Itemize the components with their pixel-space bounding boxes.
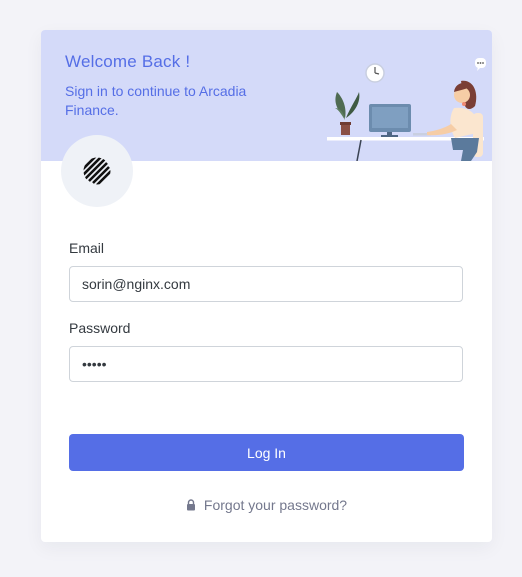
striped-circle-logo-icon	[83, 157, 111, 185]
password-field[interactable]	[69, 346, 463, 382]
logo-avatar	[61, 135, 133, 207]
login-card: Welcome Back ! Sign in to continue to Ar…	[41, 30, 492, 542]
login-button[interactable]: Log In	[69, 434, 464, 471]
email-field[interactable]	[69, 266, 463, 302]
woman-at-desk-illustration	[327, 58, 486, 161]
welcome-subtitle: Sign in to continue to Arcadia Finance.	[65, 83, 247, 118]
welcome-title: Welcome Back !	[65, 52, 191, 71]
forgot-password-link[interactable]: Forgot your password?	[41, 497, 492, 513]
email-label: Email	[69, 240, 105, 256]
lock-icon	[186, 499, 195, 511]
forgot-password-label: Forgot your password?	[203, 497, 348, 513]
password-label: Password	[69, 320, 131, 336]
